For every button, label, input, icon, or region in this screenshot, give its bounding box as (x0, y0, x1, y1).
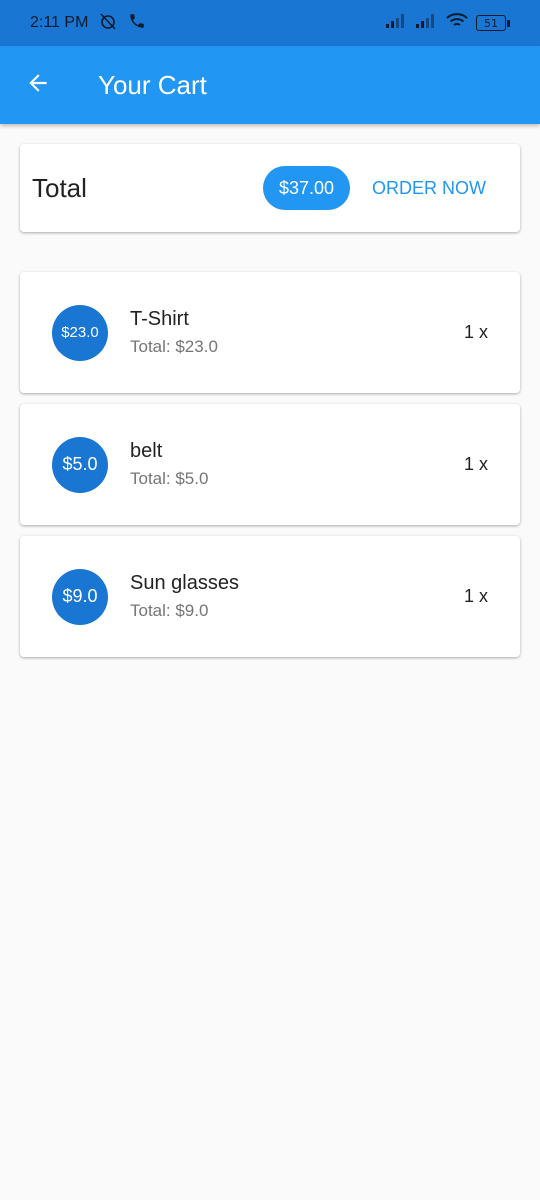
total-label: Total (32, 172, 87, 203)
signal-icon (416, 13, 438, 33)
battery-level: 51 (476, 15, 506, 31)
item-total: Total: $9.0 (130, 601, 209, 620)
item-name: T-Shirt (130, 308, 189, 330)
item-total: Total: $5.0 (130, 469, 209, 488)
status-time: 2:11 PM (30, 14, 89, 31)
cart-item: $23.0 T-Shirt Total: $23.0 1 x (20, 272, 520, 393)
alarm-off-icon (98, 11, 118, 36)
cart-item: $5.0 belt Total: $5.0 1 x (20, 404, 520, 525)
cart-total-card: Total $37.00 ORDER NOW (20, 144, 520, 232)
arrow-back-icon (25, 70, 51, 101)
item-price-avatar: $23.0 (52, 304, 108, 361)
item-name: Sun glasses (130, 572, 239, 594)
phone-icon (128, 12, 146, 35)
item-price-avatar: $5.0 (52, 436, 108, 493)
signal-icon (386, 13, 408, 33)
item-price-avatar: $9.0 (52, 568, 108, 625)
back-button[interactable] (14, 61, 62, 109)
battery-icon: 51 (476, 15, 510, 31)
app-bar: Your Cart (0, 46, 540, 124)
order-now-button[interactable]: ORDER NOW (364, 166, 486, 210)
wifi-icon (446, 12, 468, 34)
item-total: Total: $23.0 (130, 337, 218, 356)
item-quantity: 1 x (463, 454, 488, 474)
item-name: belt (130, 440, 163, 462)
status-bar: 2:11 PM 51 (0, 0, 540, 46)
item-quantity: 1 x (463, 586, 488, 606)
item-quantity: 1 x (463, 322, 488, 342)
page-title: Your Cart (98, 69, 207, 100)
cart-item: $9.0 Sun glasses Total: $9.0 1 x (20, 536, 520, 657)
total-amount-chip: $37.00 (262, 166, 350, 210)
